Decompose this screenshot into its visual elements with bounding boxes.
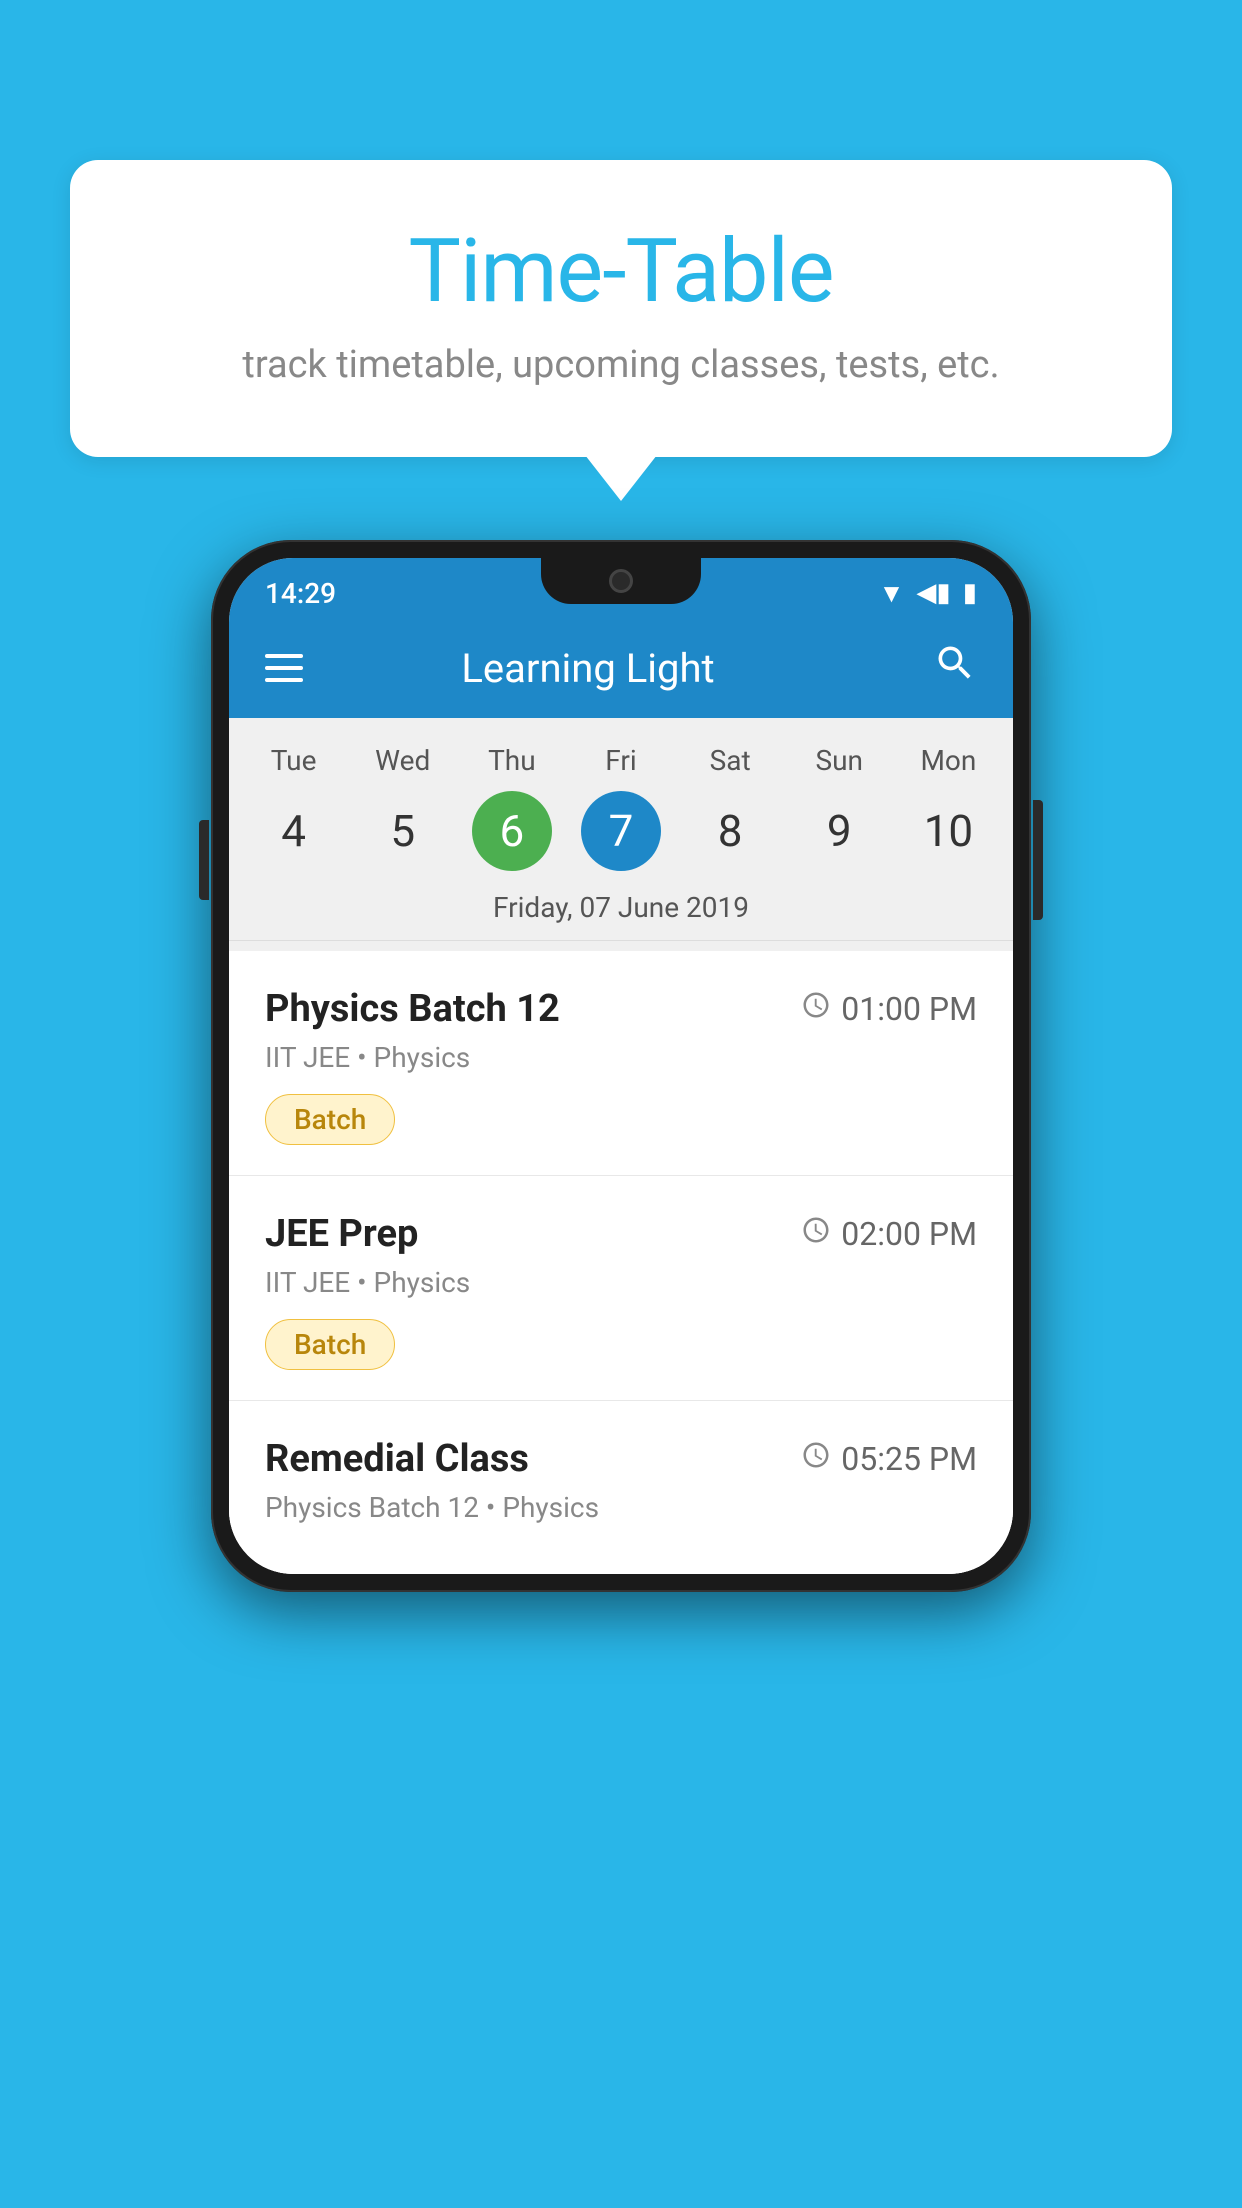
search-button[interactable] <box>933 641 977 696</box>
day-header-wed: Wed <box>348 738 457 783</box>
class-meta-1: IIT JEE • Physics <box>265 1041 977 1074</box>
speech-bubble-section: Time-Table track timetable, upcoming cla… <box>70 160 1172 457</box>
day-5[interactable]: 5 <box>348 791 457 871</box>
phone-mockup: 14:29 ▼ ◀▮ ▮ Learning Light <box>211 540 1031 1592</box>
day-header-sun: Sun <box>785 738 894 783</box>
batch-tag-2: Batch <box>265 1319 395 1370</box>
class-meta-2: IIT JEE • Physics <box>265 1266 977 1299</box>
battery-icon: ▮ <box>963 578 977 608</box>
app-bar: Learning Light <box>229 618 1013 718</box>
signal-icon: ◀▮ <box>916 578 950 608</box>
class-header-2: JEE Prep 02:00 PM <box>265 1212 977 1256</box>
day-7-selected[interactable]: 7 <box>581 791 661 871</box>
day-header-mon: Mon <box>894 738 1003 783</box>
class-name-2: JEE Prep <box>265 1212 418 1256</box>
class-item-jee-prep[interactable]: JEE Prep 02:00 PM IIT JEE • Physics Batc… <box>229 1176 1013 1401</box>
status-time: 14:29 <box>265 577 336 610</box>
day-10[interactable]: 10 <box>894 791 1003 871</box>
day-headers: Tue Wed Thu Fri Sat Sun Mon <box>229 738 1013 783</box>
selected-date-label: Friday, 07 June 2019 <box>229 879 1013 941</box>
day-6-today[interactable]: 6 <box>472 791 552 871</box>
bubble-title: Time-Table <box>150 220 1092 323</box>
bubble-subtitle: track timetable, upcoming classes, tests… <box>150 343 1092 387</box>
day-4[interactable]: 4 <box>239 791 348 871</box>
day-header-thu: Thu <box>457 738 566 783</box>
phone-notch <box>541 558 701 604</box>
class-name-1: Physics Batch 12 <box>265 987 560 1031</box>
hamburger-menu[interactable] <box>265 654 303 682</box>
speech-bubble: Time-Table track timetable, upcoming cla… <box>70 160 1172 457</box>
clock-icon-3 <box>801 1440 831 1478</box>
app-title: Learning Light <box>333 645 903 692</box>
phone-screen: 14:29 ▼ ◀▮ ▮ Learning Light <box>229 558 1013 1574</box>
class-time-1: 01:00 PM <box>801 990 977 1028</box>
class-item-physics-batch[interactable]: Physics Batch 12 01:00 PM IIT JEE • Phys… <box>229 951 1013 1176</box>
clock-icon-1 <box>801 990 831 1028</box>
class-meta-3: Physics Batch 12 • Physics <box>265 1491 977 1524</box>
batch-tag-1: Batch <box>265 1094 395 1145</box>
clock-icon-2 <box>801 1215 831 1253</box>
status-icons: ▼ ◀▮ ▮ <box>879 578 977 609</box>
phone-outer: 14:29 ▼ ◀▮ ▮ Learning Light <box>211 540 1031 1592</box>
day-numbers: 4 5 6 7 8 9 10 <box>229 783 1013 879</box>
class-header-3: Remedial Class 05:25 PM <box>265 1437 977 1481</box>
class-header-1: Physics Batch 12 01:00 PM <box>265 987 977 1031</box>
class-name-3: Remedial Class <box>265 1437 529 1481</box>
class-list: Physics Batch 12 01:00 PM IIT JEE • Phys… <box>229 951 1013 1574</box>
day-header-fri: Fri <box>566 738 675 783</box>
class-time-3: 05:25 PM <box>801 1440 977 1478</box>
day-9[interactable]: 9 <box>785 791 894 871</box>
calendar-strip: Tue Wed Thu Fri Sat Sun Mon 4 5 6 7 8 9 … <box>229 718 1013 951</box>
camera <box>609 569 633 593</box>
wifi-icon: ▼ <box>879 578 905 609</box>
day-8[interactable]: 8 <box>676 791 785 871</box>
class-time-2: 02:00 PM <box>801 1215 977 1253</box>
day-header-sat: Sat <box>676 738 785 783</box>
class-item-remedial[interactable]: Remedial Class 05:25 PM Physics Batch 12… <box>229 1401 1013 1574</box>
day-header-tue: Tue <box>239 738 348 783</box>
